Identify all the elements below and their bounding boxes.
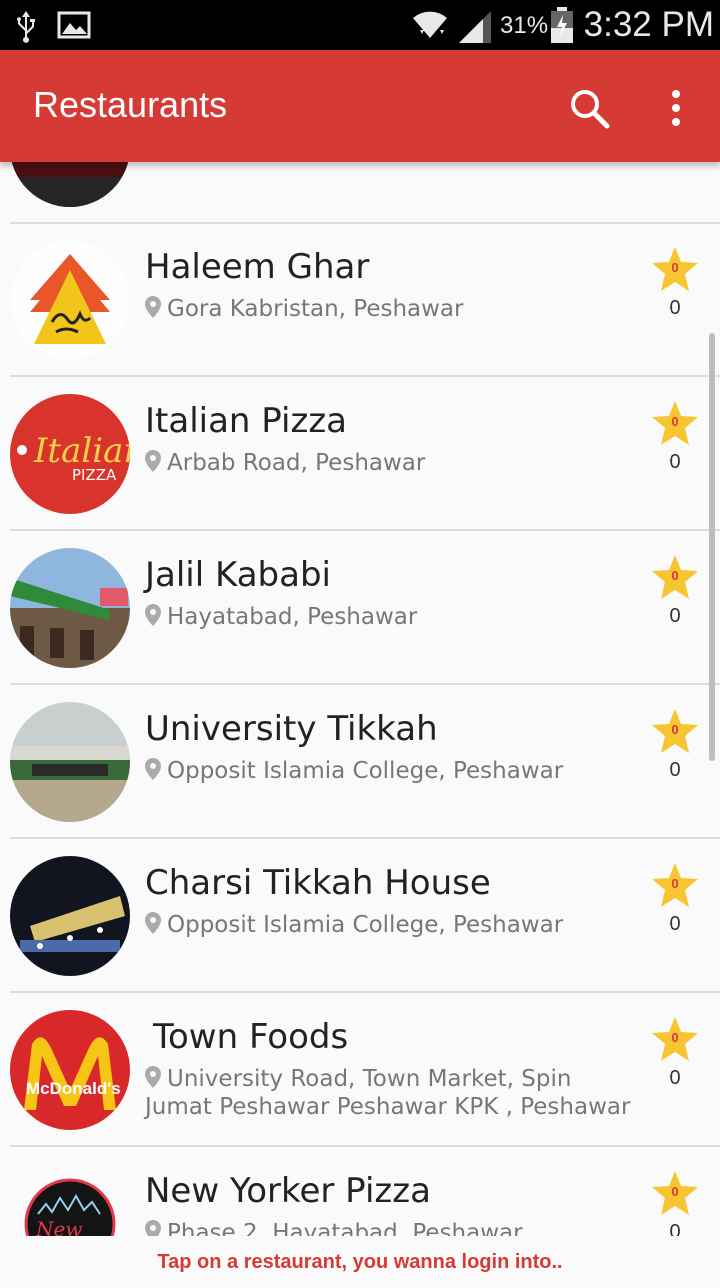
rating: 0 0 <box>650 553 700 627</box>
wifi-icon <box>410 8 450 48</box>
location-pin-icon <box>145 296 161 318</box>
star-value: 0 <box>671 1030 679 1045</box>
rating: 0 0 <box>650 245 700 319</box>
search-icon <box>571 90 610 129</box>
restaurant-address-text: Arbab Road, Peshawar <box>167 450 426 476</box>
star-value: 0 <box>671 876 679 891</box>
battery-percent: 31% <box>500 12 549 39</box>
restaurant-name: Town Foods <box>153 1017 349 1057</box>
rating: 0 0 <box>650 861 700 935</box>
star-value: 0 <box>671 414 679 429</box>
svg-text:New: New <box>35 1217 82 1236</box>
restaurant-list[interactable]: Haleem Ghar Gora Kabristan, Peshawar 0 0… <box>0 162 720 1236</box>
svg-text:McDonald's: McDonald's <box>26 1079 121 1098</box>
location-pin-icon <box>145 912 161 934</box>
search-button[interactable] <box>561 80 617 136</box>
restaurant-avatar: McDonald's <box>10 1010 130 1130</box>
restaurant-address: University Road, Town Market, Spin Jumat… <box>145 1065 645 1121</box>
rating-count: 0 <box>669 1067 681 1089</box>
location-pin-icon <box>145 1220 161 1236</box>
rating: 0 0 <box>650 1015 700 1089</box>
star-value: 0 <box>671 568 679 583</box>
restaurant-avatar <box>10 856 130 976</box>
rating-count: 0 <box>669 759 681 781</box>
scrollbar[interactable] <box>709 333 715 761</box>
signal-icon <box>457 10 493 48</box>
restaurant-address: Opposit Islamia College, Peshawar <box>145 911 645 939</box>
rating: 0 0 <box>650 399 700 473</box>
star-value: 0 <box>671 722 679 737</box>
location-pin-icon <box>145 1066 161 1088</box>
list-item-partial[interactable] <box>10 162 720 224</box>
restaurant-name: Haleem Ghar <box>145 247 370 287</box>
restaurant-avatar <box>10 548 130 668</box>
rating-count: 0 <box>669 297 681 319</box>
toast-message: Tap on a restaurant, you wanna login int… <box>0 1236 720 1280</box>
clock: 3:32 PM <box>583 5 714 44</box>
rating-count: 0 <box>669 451 681 473</box>
restaurant-address: Opposit Islamia College, Peshawar <box>145 757 645 785</box>
restaurant-address: Phase 2, Hayatabad, Peshawar <box>145 1219 645 1236</box>
status-bar: 31% 3:32 PM <box>0 0 720 50</box>
restaurant-avatar <box>10 162 130 207</box>
restaurant-avatar: New <box>10 1164 130 1236</box>
list-item[interactable]: Italian PIZZA Italian Pizza Arbab Road, … <box>10 377 720 531</box>
list-item[interactable]: University Tikkah Opposit Islamia Colleg… <box>10 685 720 839</box>
restaurant-name: University Tikkah <box>145 709 438 749</box>
star-value: 0 <box>671 1184 679 1199</box>
restaurant-address-text: Phase 2, Hayatabad, Peshawar <box>167 1220 523 1236</box>
rating-count: 0 <box>669 913 681 935</box>
overflow-menu-button[interactable] <box>648 80 704 136</box>
list-item[interactable]: Jalil Kababi Hayatabad, Peshawar 0 0 <box>10 531 720 685</box>
star-value: 0 <box>671 260 679 275</box>
restaurant-name: Jalil Kababi <box>145 555 331 595</box>
rating: 0 0 <box>650 1169 700 1236</box>
location-pin-icon <box>145 758 161 780</box>
restaurant-name: New Yorker Pizza <box>145 1171 431 1211</box>
restaurant-address-text: Gora Kabristan, Peshawar <box>167 296 464 322</box>
usb-icon <box>14 9 38 47</box>
restaurant-address: Arbab Road, Peshawar <box>145 449 645 477</box>
restaurant-avatar: Italian PIZZA <box>10 394 130 514</box>
restaurant-avatar <box>10 702 130 822</box>
restaurant-address: Gora Kabristan, Peshawar <box>145 295 645 323</box>
restaurant-name: Italian Pizza <box>145 401 348 441</box>
overflow-menu-icon <box>672 90 680 126</box>
battery-icon <box>550 6 574 48</box>
location-pin-icon <box>145 450 161 472</box>
rating-count: 0 <box>669 605 681 627</box>
app-bar: Restaurants <box>0 50 720 162</box>
list-item[interactable]: New New Yorker Pizza Phase 2, Hayatabad,… <box>10 1147 720 1236</box>
restaurant-name: Charsi Tikkah House <box>145 863 491 903</box>
page-title: Restaurants <box>33 84 228 125</box>
restaurant-address-text: University Road, Town Market, Spin Jumat… <box>145 1066 631 1120</box>
restaurant-address-text: Opposit Islamia College, Peshawar <box>167 912 564 938</box>
list-item[interactable]: McDonald's Town Foods University Road, T… <box>10 993 720 1147</box>
rating: 0 0 <box>650 707 700 781</box>
restaurant-address-text: Hayatabad, Peshawar <box>167 604 418 630</box>
svg-text:PIZZA: PIZZA <box>72 466 117 484</box>
list-item[interactable]: Haleem Ghar Gora Kabristan, Peshawar 0 0 <box>10 223 720 377</box>
image-icon <box>57 11 91 43</box>
location-pin-icon <box>145 604 161 626</box>
list-item[interactable]: Charsi Tikkah House Opposit Islamia Coll… <box>10 839 720 993</box>
svg-text:Italian: Italian <box>33 431 130 471</box>
restaurant-address: Hayatabad, Peshawar <box>145 603 645 631</box>
restaurant-avatar <box>10 240 130 360</box>
toast-text: Tap on a restaurant, you wanna login int… <box>157 1251 563 1273</box>
rating-count: 0 <box>669 1221 681 1236</box>
restaurant-address-text: Opposit Islamia College, Peshawar <box>167 758 564 784</box>
